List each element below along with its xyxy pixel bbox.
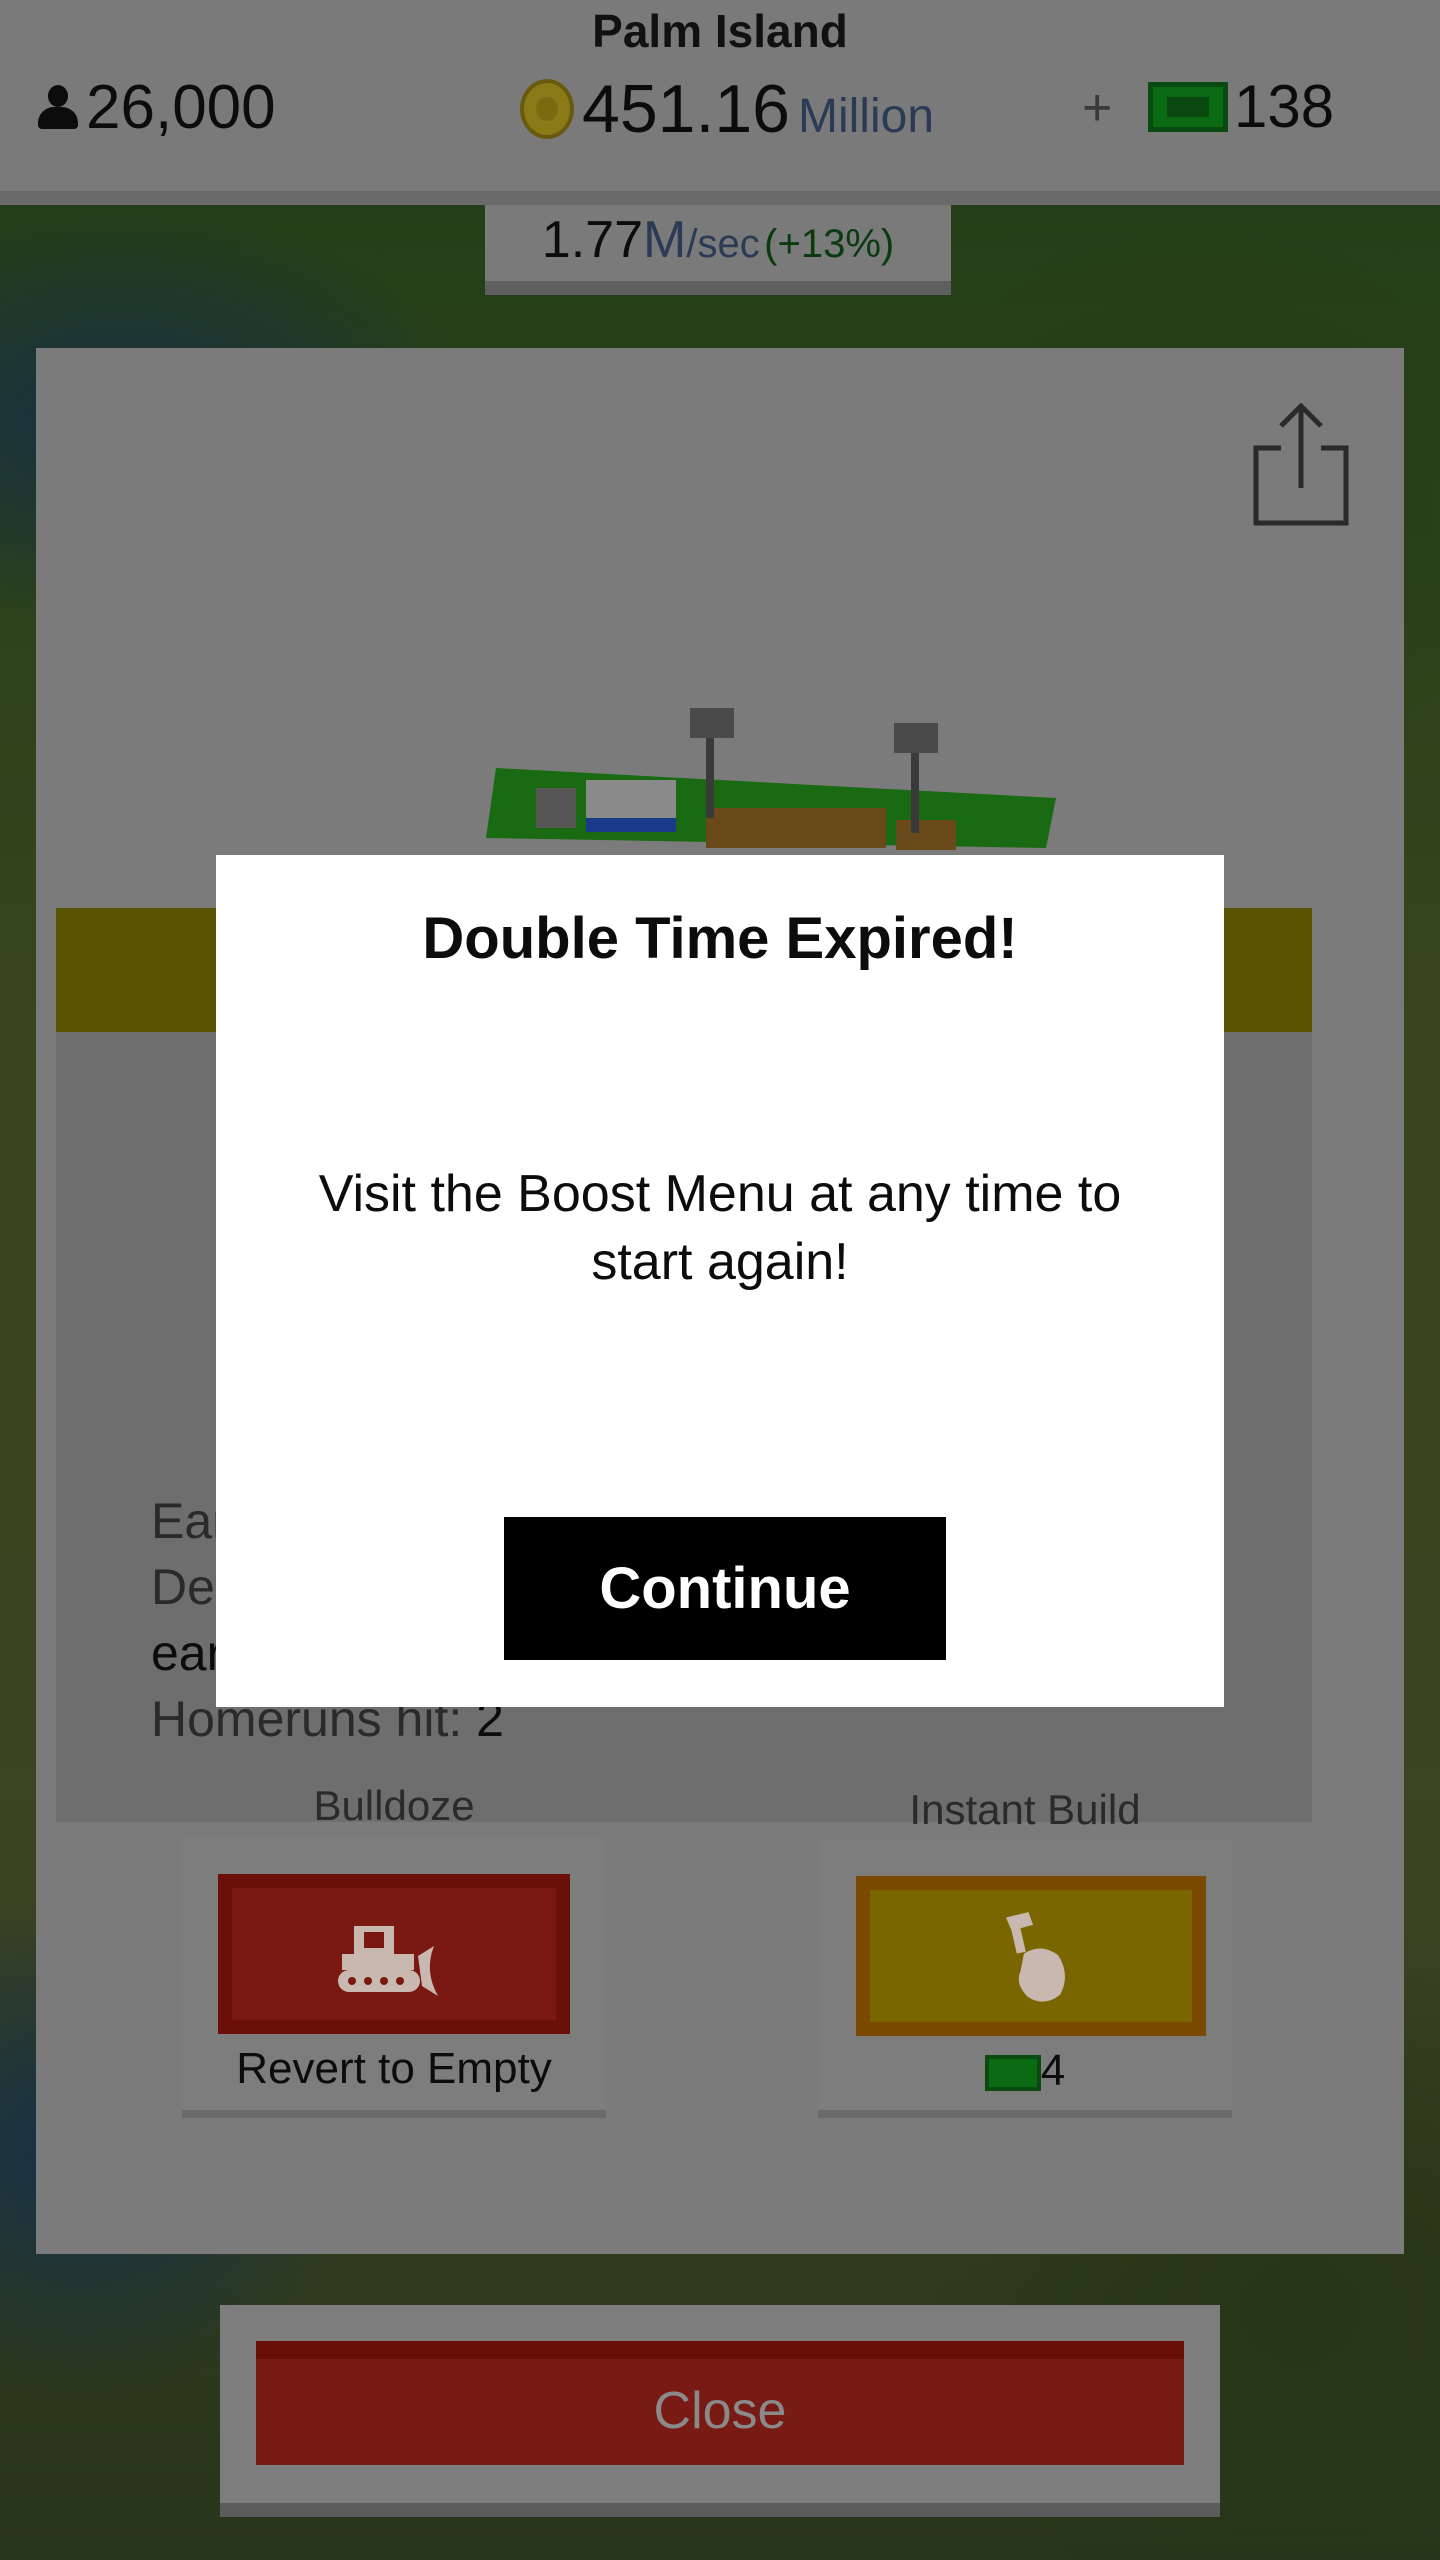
dialog-message: Visit the Boost Menu at any time to star…	[318, 1165, 1122, 1291]
rate-value: 1.77	[541, 211, 643, 269]
income-rate-tab: 1.77M/sec (+13%)	[485, 205, 951, 295]
instant-build-card[interactable]: 4	[818, 1840, 1232, 2118]
instant-build-label: Instant Build	[909, 1786, 1141, 1833]
instant-build-cost: 4	[818, 2046, 1232, 2096]
instant-build-cost-value: 4	[1040, 2046, 1066, 2095]
cash-icon	[984, 2055, 1041, 2092]
bulldozer-icon	[338, 1926, 438, 1996]
continue-button[interactable]: Continue	[504, 1517, 946, 1660]
cash-icon	[1148, 81, 1228, 132]
double-time-expired-dialog: Double Time Expired! Visit the Boost Men…	[216, 855, 1224, 1707]
bulldoze-sublabel: Revert to Empty	[236, 2044, 552, 2093]
close-button[interactable]: Close	[256, 2341, 1184, 2465]
money-display: 451.16 Million	[520, 70, 934, 148]
rate-unit: M/sec	[643, 211, 760, 269]
rate-bonus: (+13%)	[764, 222, 895, 266]
rate-unit-main: M	[643, 211, 687, 269]
hammer-hand-icon	[1006, 1912, 1065, 2002]
money-value: 451.16	[582, 71, 790, 147]
share-icon[interactable]	[1246, 398, 1356, 528]
dialog-title: Double Time Expired!	[422, 906, 1018, 971]
money-unit: Million	[797, 90, 935, 143]
close-container: Close	[220, 2305, 1220, 2517]
top-status-bar: Palm Island 26,000 451.16 Million + 138	[0, 0, 1440, 205]
island-name: Palm Island	[592, 5, 848, 57]
bulldoze-card[interactable]: Revert to Empty	[182, 1838, 606, 2118]
bulldoze-label: Bulldoze	[313, 1782, 475, 1829]
buy-cash-plus-button[interactable]: +	[1082, 78, 1112, 138]
population-display: 26,000	[38, 72, 276, 143]
population-value: 26,000	[86, 73, 276, 142]
instant-build-button[interactable]	[856, 1876, 1206, 2036]
cash-count: 138	[1234, 73, 1335, 140]
coin-icon	[520, 79, 574, 139]
rate-unit-sec: /sec	[686, 222, 760, 266]
bulldoze-button[interactable]	[218, 1874, 570, 2034]
cash-display[interactable]: 138	[1148, 72, 1334, 141]
person-icon	[38, 84, 78, 131]
